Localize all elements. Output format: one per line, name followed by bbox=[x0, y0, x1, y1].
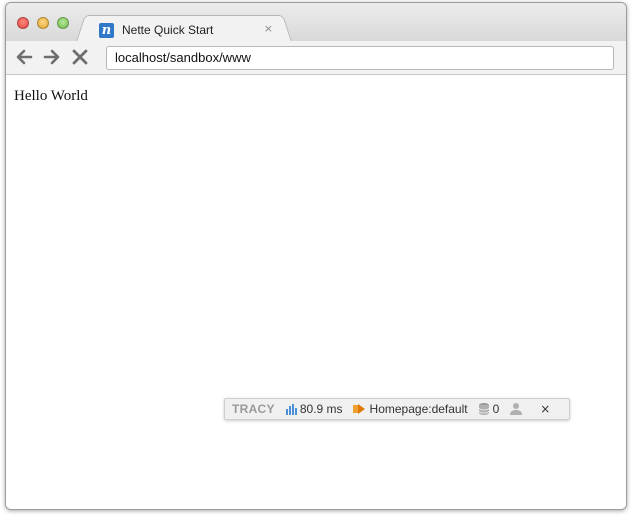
presenter-arrow-icon bbox=[352, 404, 365, 414]
nette-favicon-icon: n bbox=[99, 23, 114, 38]
arrow-right-icon bbox=[43, 49, 60, 65]
page-content: Hello World TRACY 80.9 ms Homepage:defau… bbox=[6, 76, 626, 509]
tracy-time-value: 80.9 ms bbox=[299, 402, 343, 416]
tracy-presenter-panel[interactable]: Homepage:default bbox=[352, 402, 468, 416]
window-zoom-button[interactable] bbox=[57, 17, 69, 29]
title-bar: n Nette Quick Start × bbox=[6, 3, 626, 43]
stop-button[interactable] bbox=[70, 46, 90, 68]
tracy-db-count: 0 bbox=[492, 402, 500, 416]
user-icon bbox=[510, 403, 523, 415]
address-bar-text: localhost/sandbox/www bbox=[115, 50, 251, 65]
database-icon bbox=[478, 403, 490, 415]
tracy-presenter-value: Homepage:default bbox=[369, 402, 468, 416]
tab-close-icon[interactable]: × bbox=[264, 22, 273, 35]
tab-title: Nette Quick Start bbox=[122, 23, 214, 37]
tracy-user-panel[interactable] bbox=[509, 402, 526, 416]
browser-toolbar: localhost/sandbox/www bbox=[6, 41, 626, 75]
window-minimize-button[interactable] bbox=[37, 17, 49, 29]
tracy-logo[interactable]: TRACY bbox=[232, 402, 275, 416]
close-icon bbox=[72, 49, 88, 65]
address-bar[interactable]: localhost/sandbox/www bbox=[106, 46, 614, 70]
tracy-database-panel[interactable]: 0 bbox=[478, 402, 500, 416]
arrow-left-icon bbox=[16, 49, 33, 65]
tracy-close-icon[interactable]: × bbox=[540, 402, 550, 416]
page-body-text: Hello World bbox=[14, 88, 88, 104]
window-close-button[interactable] bbox=[17, 17, 29, 29]
browser-tab[interactable]: n Nette Quick Start × bbox=[86, 15, 282, 43]
bar-chart-icon bbox=[285, 404, 297, 415]
browser-window: n Nette Quick Start × localhost/sandbox/… bbox=[5, 2, 627, 510]
forward-button[interactable] bbox=[42, 46, 62, 68]
tracy-debug-bar: TRACY 80.9 ms Homepage:default 0 × bbox=[224, 398, 570, 420]
tracy-time-panel[interactable]: 80.9 ms bbox=[285, 402, 343, 416]
back-button[interactable] bbox=[14, 46, 34, 68]
